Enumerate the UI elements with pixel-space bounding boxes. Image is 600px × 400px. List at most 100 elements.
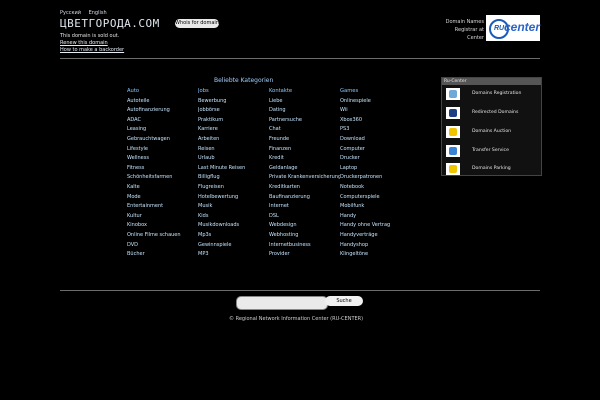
redirect-icon <box>446 107 460 119</box>
parking-icon <box>446 163 460 175</box>
category-link[interactable]: Wii <box>340 106 411 116</box>
category-link[interactable]: Kalte <box>127 183 198 193</box>
category-link[interactable]: Flugreisen <box>198 183 269 193</box>
category-header-link[interactable]: Games <box>340 87 411 97</box>
category-link[interactable]: Onlinespiele <box>340 97 411 107</box>
category-link[interactable]: Kinobox <box>127 221 198 231</box>
category-link[interactable]: Bücher <box>127 250 198 260</box>
category-link[interactable]: Download <box>340 135 411 145</box>
category-link[interactable]: Dating <box>269 106 340 116</box>
lang-en-link[interactable]: English <box>89 10 107 16</box>
category-link[interactable]: Kids <box>198 212 269 222</box>
backorder-link[interactable]: How to make a backorder <box>60 47 124 53</box>
category-link[interactable]: Finanzen <box>269 145 340 155</box>
category-link[interactable]: Drucker <box>340 154 411 164</box>
category-link[interactable]: Handy <box>340 212 411 222</box>
categories-row: Entertainment Musik Internet Mobilfunk <box>127 202 427 212</box>
category-link[interactable]: Notebook <box>340 183 411 193</box>
category-link[interactable]: Internetbusiness <box>269 241 340 251</box>
category-link[interactable]: Gebrauchtwagen <box>127 135 198 145</box>
category-link[interactable]: Provider <box>269 250 340 260</box>
panel-item[interactable]: Domains Registration <box>446 88 538 100</box>
category-link[interactable]: Last Minute Reisen <box>198 164 269 174</box>
category-link[interactable]: Geldanlage <box>269 164 340 174</box>
lang-ru-link[interactable]: Русский <box>60 10 81 16</box>
search-input[interactable] <box>236 296 328 310</box>
category-link[interactable]: Autoteile <box>127 97 198 107</box>
categories-row: Leasing Karriere Chat PS3 <box>127 125 427 135</box>
categories-row: ADAC Praktikum Partnersuche Xbox360 <box>127 116 427 126</box>
panel-item[interactable]: Domains Parking <box>446 163 538 175</box>
category-link[interactable]: Lifestyle <box>127 145 198 155</box>
category-link[interactable]: Fitness <box>127 164 198 174</box>
category-link[interactable]: Reisen <box>198 145 269 155</box>
category-link[interactable]: Xbox360 <box>340 116 411 126</box>
category-link[interactable]: Chat <box>269 125 340 135</box>
category-link[interactable]: Hotelbewertung <box>198 193 269 203</box>
registrar-text: Domain Names Registrar at Center <box>436 18 484 42</box>
category-link[interactable]: Online Filme schauen <box>127 231 198 241</box>
category-link[interactable]: Entertainment <box>127 202 198 212</box>
category-link[interactable]: Baufinanzierung <box>269 193 340 203</box>
category-link[interactable]: Billigflug <box>198 173 269 183</box>
category-header-link[interactable]: Jobs <box>198 87 269 97</box>
panel-item[interactable]: Domains Auction <box>446 126 538 138</box>
category-link[interactable]: Jobbörse <box>198 106 269 116</box>
category-link[interactable]: Arbeiten <box>198 135 269 145</box>
category-link[interactable]: Musikdownloads <box>198 221 269 231</box>
category-link[interactable]: Kredit <box>269 154 340 164</box>
category-link[interactable]: Druckerpatronen <box>340 173 411 183</box>
category-link[interactable]: Schönheitsfarmen <box>127 173 198 183</box>
category-link[interactable]: Liebe <box>269 97 340 107</box>
category-link[interactable]: ADAC <box>127 116 198 126</box>
whois-button[interactable]: Whois for domain <box>175 19 219 28</box>
category-link[interactable]: Computer <box>340 145 411 155</box>
category-link[interactable]: MP3 <box>198 250 269 260</box>
category-link[interactable]: PS3 <box>340 125 411 135</box>
category-link[interactable]: Handyverträge <box>340 231 411 241</box>
panel-item[interactable]: Transfer Service <box>446 145 538 157</box>
category-link[interactable]: Autofinanzierung <box>127 106 198 116</box>
category-link[interactable]: Musik <box>198 202 269 212</box>
registrar-line-2: Registrar at <box>454 27 484 33</box>
category-link[interactable]: Leasing <box>127 125 198 135</box>
category-link[interactable]: Praktikum <box>198 116 269 126</box>
category-link[interactable]: Laptop <box>340 164 411 174</box>
categories-row: Fitness Last Minute Reisen Geldanlage Lapto… <box>127 164 427 174</box>
category-link[interactable]: Handyshop <box>340 241 411 251</box>
category-link[interactable]: Webhosting <box>269 231 340 241</box>
search-button[interactable]: Suche <box>325 296 363 306</box>
category-link[interactable]: Internet <box>269 202 340 212</box>
category-link[interactable]: Computerspiele <box>340 193 411 203</box>
category-link[interactable]: Kultur <box>127 212 198 222</box>
category-link[interactable]: Gewinnspiele <box>198 241 269 251</box>
category-link[interactable]: Wellness <box>127 154 198 164</box>
category-header-link[interactable]: Kontakte <box>269 87 340 97</box>
panel-item-label: Transfer Service <box>472 148 509 153</box>
categories-header-row: Auto Jobs Kontakte Games <box>127 87 427 97</box>
category-link[interactable]: Webdesign <box>269 221 340 231</box>
category-link[interactable]: Klingeltöne <box>340 250 411 260</box>
categories-grid: Auto Jobs Kontakte Games Autoteile Bewerb… <box>127 87 427 260</box>
category-link[interactable]: Private Krankenversicherung <box>269 173 340 183</box>
category-link[interactable]: Bewerbung <box>198 97 269 107</box>
category-link[interactable]: Mp3s <box>198 231 269 241</box>
category-link[interactable]: DVD <box>127 241 198 251</box>
category-link[interactable]: Urlaub <box>198 154 269 164</box>
renew-link[interactable]: Renew this domain <box>60 40 108 46</box>
category-link[interactable]: Karriere <box>198 125 269 135</box>
category-link[interactable]: Kreditkarten <box>269 183 340 193</box>
panel-title: Ru-Center <box>442 78 541 85</box>
categories-title: Beliebte Kategorien <box>214 77 274 84</box>
panel-item[interactable]: Redirected Domains <box>446 107 538 119</box>
rucenter-logo[interactable]: RU center <box>486 15 540 41</box>
category-link[interactable]: Partnersuche <box>269 116 340 126</box>
globe-icon <box>449 90 457 98</box>
rucenter-wordmark: center <box>504 20 541 34</box>
category-link[interactable]: Handy ohne Vertrag <box>340 221 411 231</box>
category-header-link[interactable]: Auto <box>127 87 198 97</box>
category-link[interactable]: Freunde <box>269 135 340 145</box>
category-link[interactable]: Mode <box>127 193 198 203</box>
category-link[interactable]: DSL <box>269 212 340 222</box>
category-link[interactable]: Mobilfunk <box>340 202 411 212</box>
